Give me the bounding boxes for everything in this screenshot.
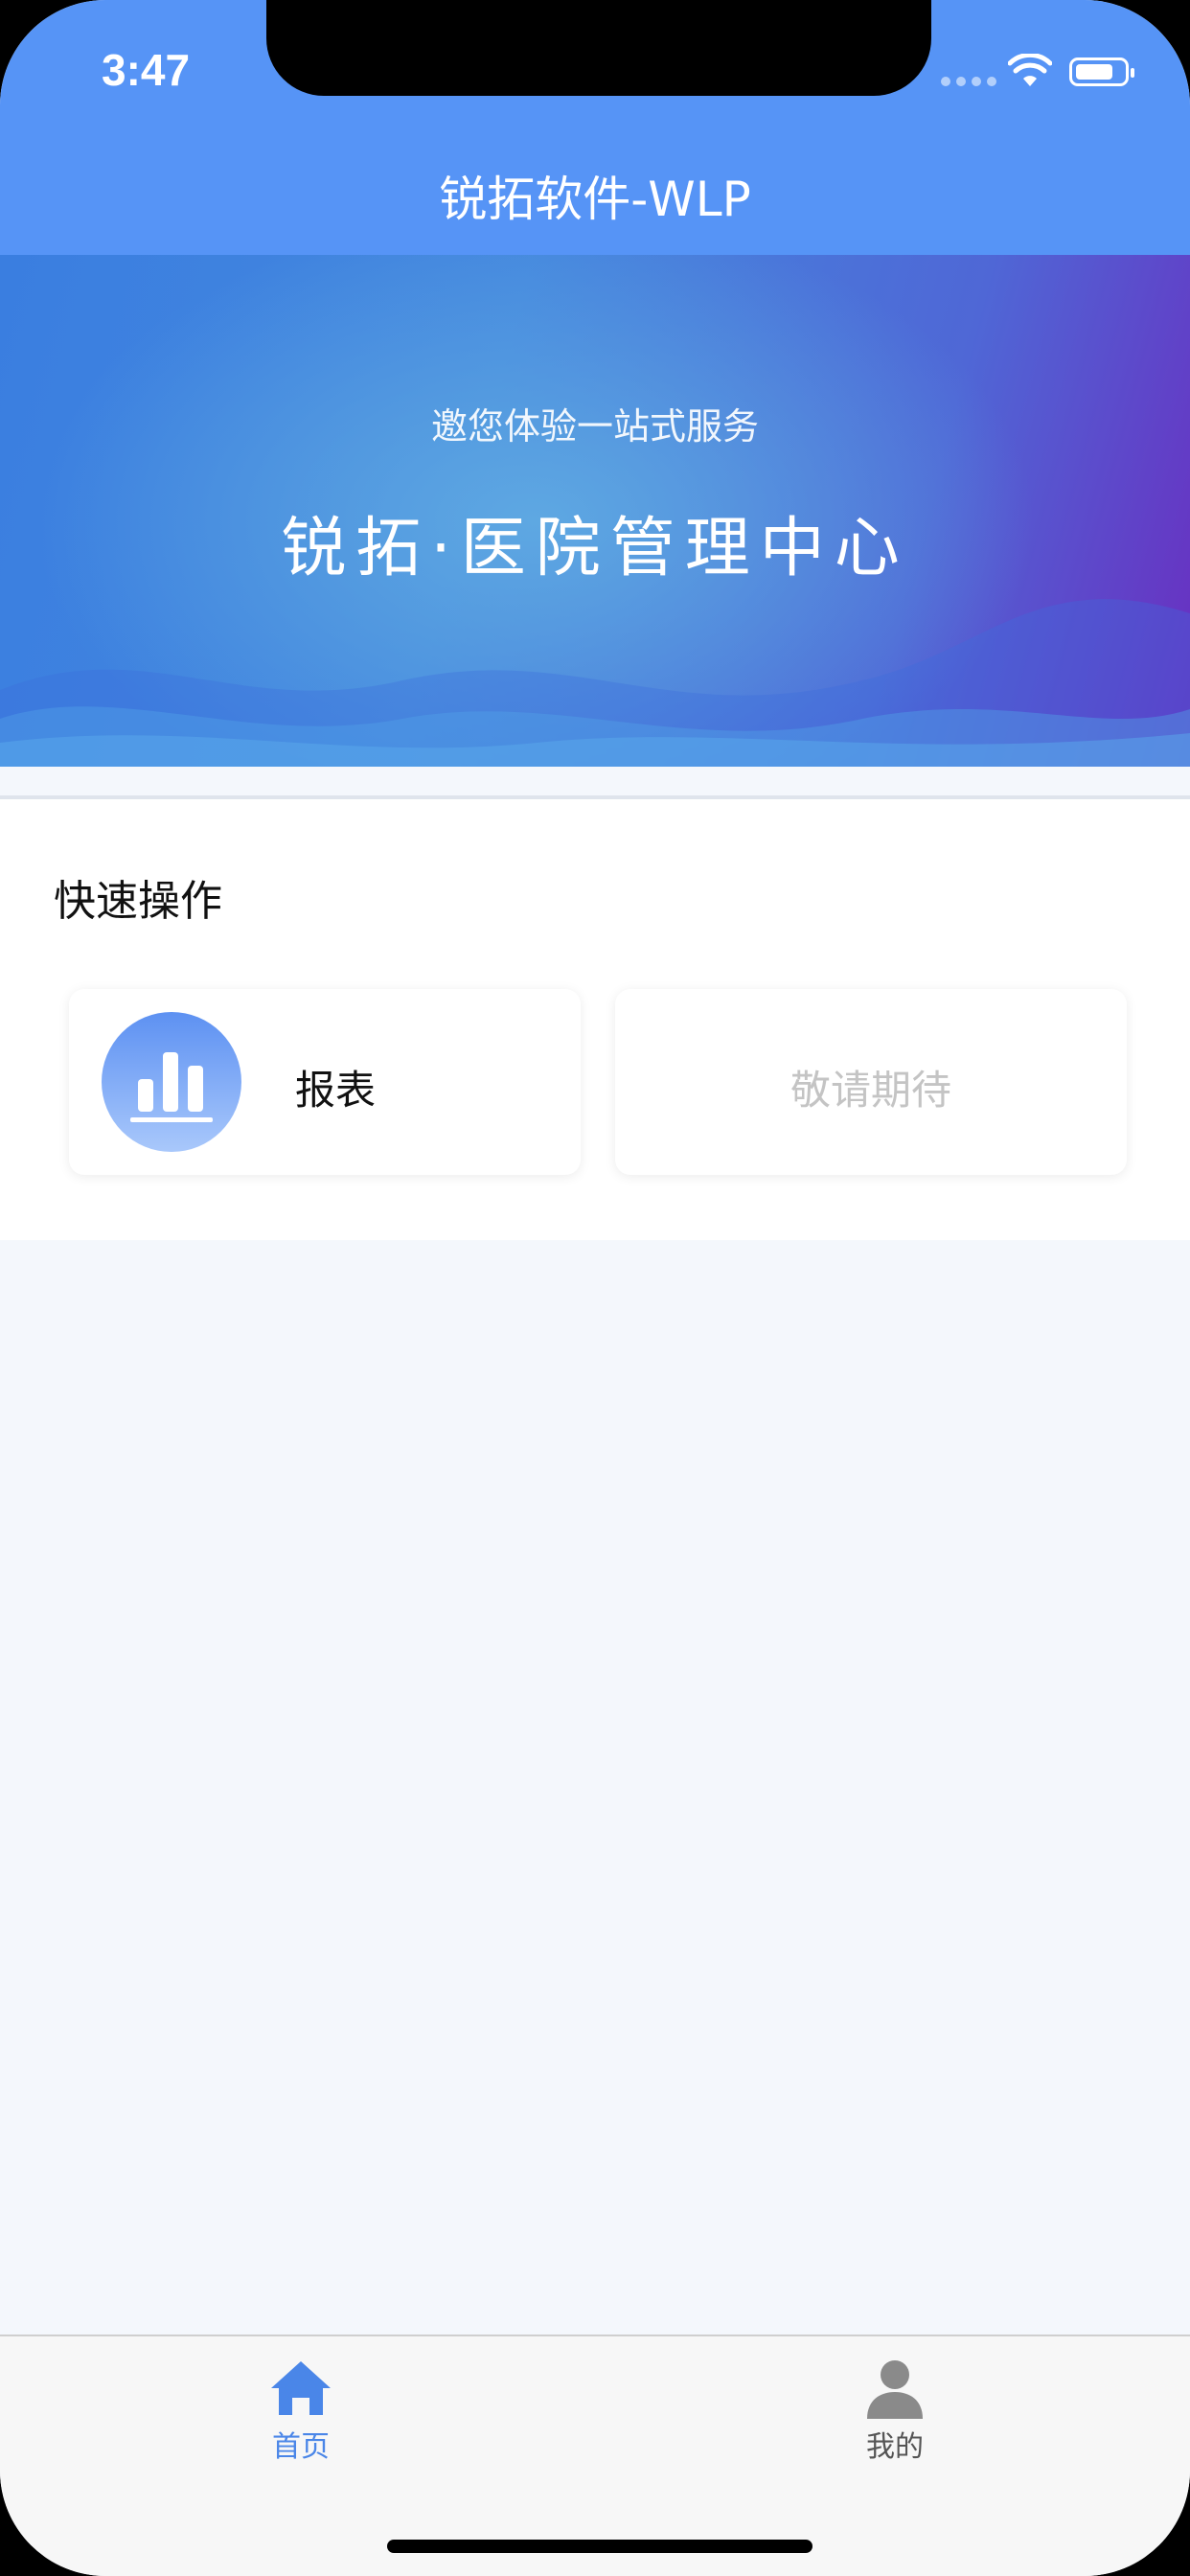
report-card[interactable]: 报表 — [69, 989, 581, 1175]
cellular-signal-icon — [941, 77, 996, 86]
banner-wave-decoration — [0, 599, 1190, 767]
report-label: 报表 — [295, 1067, 377, 1114]
status-time: 3:47 — [102, 45, 191, 95]
banner-subtitle: 邀您体验一站式服务 — [430, 405, 759, 448]
quick-actions-panel: 快速操作 报表 敬请期待 — [0, 799, 1190, 1240]
tab-mine[interactable]: 我的 — [799, 2358, 991, 2465]
device-notch — [266, 0, 931, 96]
tab-home-label: 首页 — [272, 2430, 330, 2464]
home-icon — [271, 2361, 331, 2415]
bar-chart-icon — [102, 1012, 241, 1152]
section-title: 快速操作 — [54, 877, 222, 926]
app-screen: 3:47 锐拓软件-WLP 邀您体验一站式服务 锐拓·医院管理中心 快速操作 报… — [0, 0, 1190, 2576]
page-title: 锐拓软件-WLP — [439, 172, 751, 227]
top-bar: 3:47 锐拓软件-WLP — [0, 0, 1190, 255]
hero-banner: 邀您体验一站式服务 锐拓·医院管理中心 — [0, 255, 1190, 767]
tab-mine-label: 我的 — [866, 2430, 924, 2464]
battery-icon — [1069, 58, 1134, 86]
home-indicator[interactable] — [387, 2540, 812, 2553]
coming-soon-label: 敬请期待 — [790, 1067, 951, 1114]
wifi-icon — [1008, 54, 1052, 86]
user-icon — [867, 2360, 923, 2419]
coming-soon-card[interactable]: 敬请期待 — [615, 989, 1127, 1175]
tab-home[interactable]: 首页 — [205, 2358, 397, 2465]
